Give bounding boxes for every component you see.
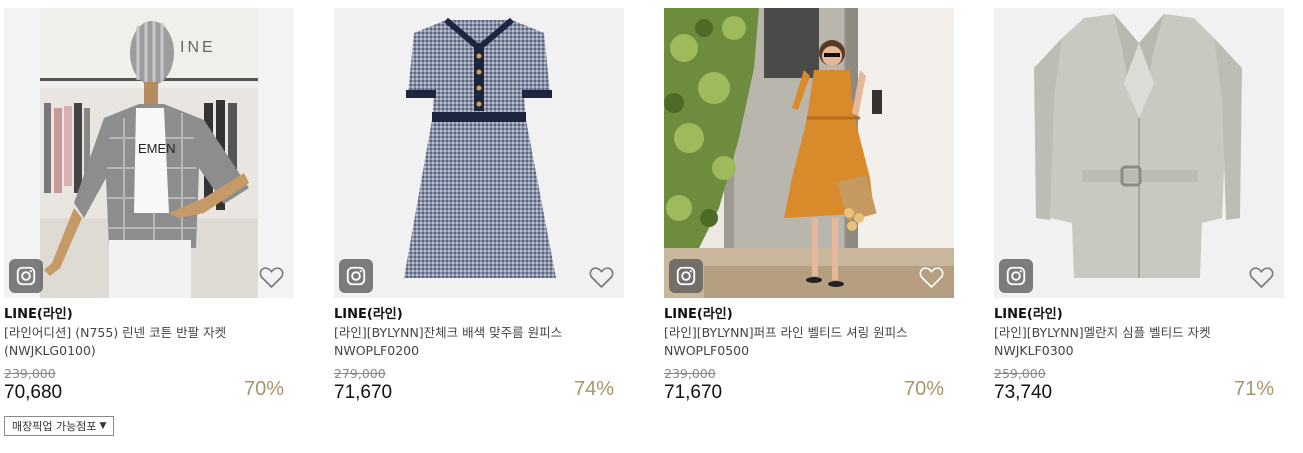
product-info: LINE(라인) [라인어디션] (N755) 린넨 코튼 반팔 자켓 (NWJ… [4, 298, 294, 406]
product-code: NWOPLF0200 [334, 343, 420, 358]
product-brand[interactable]: LINE(라인) [4, 306, 294, 324]
product-photo [334, 8, 624, 298]
price-row: 239,000 70,680 70% [4, 366, 294, 406]
product-image[interactable] [664, 8, 954, 298]
product-code: (NWJKLG0100) [4, 343, 96, 358]
product-photo [664, 8, 954, 298]
product-name[interactable]: [라인어디션] (N755) 린넨 코튼 반팔 자켓 [4, 324, 294, 342]
wishlist-button[interactable] [259, 266, 284, 289]
wishlist-button[interactable] [589, 266, 614, 289]
instagram-icon [676, 266, 696, 286]
discount-rate: 70% [243, 378, 284, 400]
product-image[interactable]: INE EMEN [4, 8, 294, 298]
svg-text:INE: INE [180, 39, 216, 56]
product-brand[interactable]: LINE(라인) [994, 306, 1284, 324]
instagram-icon [346, 266, 366, 286]
heart-icon [589, 267, 614, 289]
price-row: 279,000 71,670 74% [334, 366, 624, 406]
product-info: LINE(라인) [라인][BYLYNN]잔체크 배색 맞주름 원피스 NWOP… [334, 298, 624, 406]
price-row: 239,000 71,670 70% [664, 366, 954, 406]
store-pickup-filter-dropdown[interactable]: 매장픽업 가능점포 ▼ [4, 416, 115, 436]
product-card: LINE(라인) [라인][BYLYNN]멜란지 심플 벨티드 자켓 NWJKL… [994, 8, 1284, 406]
product-image[interactable] [994, 8, 1284, 298]
heart-icon [259, 267, 284, 289]
discount-rate: 71% [1233, 378, 1274, 400]
product-image[interactable] [334, 8, 624, 298]
caret-down-icon: ▼ [99, 421, 107, 431]
product-code: NWJKLF0300 [994, 343, 1074, 358]
instagram-icon [16, 266, 36, 286]
price-row: 259,000 73,740 71% [994, 366, 1284, 406]
instagram-button[interactable] [669, 259, 703, 293]
product-photo: INE EMEN [4, 8, 294, 298]
instagram-button[interactable] [9, 259, 43, 293]
product-card: INE EMEN LINE(라인) [라인어디션] (N755) 린넨 코튼 반… [4, 8, 294, 406]
discount-rate: 70% [903, 378, 944, 400]
product-info: LINE(라인) [라인][BYLYNN]멜란지 심플 벨티드 자켓 NWJKL… [994, 298, 1284, 406]
instagram-icon [1006, 266, 1026, 286]
product-photo [994, 8, 1284, 298]
product-card: LINE(라인) [라인][BYLYNN]퍼프 라인 벨티드 셔링 원피스 NW… [664, 8, 954, 406]
svg-text:EMEN: EMEN [138, 141, 176, 156]
product-name[interactable]: [라인][BYLYNN]퍼프 라인 벨티드 셔링 원피스 [664, 324, 954, 342]
product-name[interactable]: [라인][BYLYNN]잔체크 배색 맞주름 원피스 [334, 324, 624, 342]
heart-icon [1249, 267, 1274, 289]
product-name[interactable]: [라인][BYLYNN]멜란지 심플 벨티드 자켓 [994, 324, 1284, 342]
product-grid: INE EMEN LINE(라인) [라인어디션] (N755) 린넨 코튼 반… [4, 8, 1284, 406]
store-pickup-filter-label: 매장픽업 가능점포 [12, 420, 97, 433]
product-info: LINE(라인) [라인][BYLYNN]퍼프 라인 벨티드 셔링 원피스 NW… [664, 298, 954, 406]
product-code: NWOPLF0500 [664, 343, 750, 358]
product-brand[interactable]: LINE(라인) [334, 306, 624, 324]
instagram-button[interactable] [339, 259, 373, 293]
discount-rate: 74% [573, 378, 614, 400]
instagram-button[interactable] [999, 259, 1033, 293]
product-brand[interactable]: LINE(라인) [664, 306, 954, 324]
heart-icon [919, 267, 944, 289]
product-card: LINE(라인) [라인][BYLYNN]잔체크 배색 맞주름 원피스 NWOP… [334, 8, 624, 406]
wishlist-button[interactable] [1249, 266, 1274, 289]
wishlist-button[interactable] [919, 266, 944, 289]
